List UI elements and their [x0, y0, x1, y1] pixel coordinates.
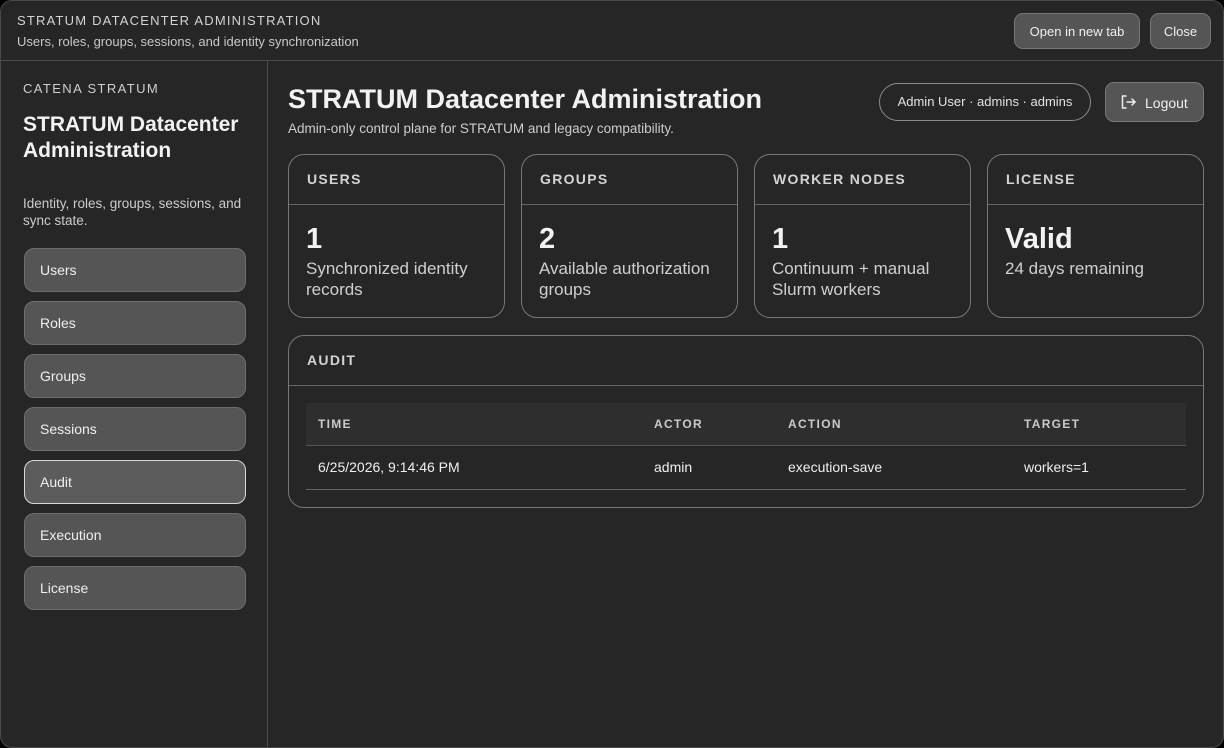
sidebar-brand: CATENA STRATUM: [23, 81, 160, 96]
sidebar-item-execution[interactable]: Execution: [24, 513, 246, 557]
window-title: STRATUM DATACENTER ADMINISTRATION: [17, 13, 322, 28]
close-button[interactable]: Close: [1150, 13, 1211, 49]
logout-icon: [1121, 95, 1136, 109]
title-bar: STRATUM DATACENTER ADMINISTRATION Users,…: [1, 1, 1223, 61]
sidebar-title: STRATUM Datacenter Administration: [23, 113, 239, 162]
card-value: 1: [772, 223, 789, 255]
sidebar-item-roles[interactable]: Roles: [24, 301, 246, 345]
sidebar-item-users[interactable]: Users: [24, 248, 246, 292]
column-header-target: TARGET: [1024, 417, 1081, 431]
card-value: 2: [539, 223, 556, 255]
page-title: STRATUM Datacenter Administration: [288, 84, 763, 114]
column-header-action: ACTION: [788, 417, 842, 431]
audit-table-header: TIME ACTOR ACTION TARGET: [306, 403, 1186, 446]
sidebar-description: Identity, roles, groups, sessions, and s…: [23, 196, 242, 228]
stat-card-groups: GROUPS 2 Available authorization groups: [521, 154, 738, 318]
audit-heading: AUDIT: [289, 336, 1203, 386]
card-description: Synchronized identity records: [306, 259, 468, 299]
card-value: 1: [306, 223, 323, 255]
card-description: Available authorization groups: [539, 259, 710, 299]
card-heading: GROUPS: [522, 155, 737, 205]
column-header-actor: ACTOR: [654, 417, 703, 431]
logout-button[interactable]: Logout: [1105, 82, 1204, 122]
admin-window: STRATUM DATACENTER ADMINISTRATION Users,…: [0, 0, 1224, 748]
card-heading: USERS: [289, 155, 504, 205]
stat-card-worker-nodes: WORKER NODES 1 Continuum + manual Slurm …: [754, 154, 971, 318]
card-description: 24 days remaining: [1005, 259, 1144, 278]
column-header-time: TIME: [318, 417, 352, 431]
sidebar-item-groups[interactable]: Groups: [24, 354, 246, 398]
card-heading: WORKER NODES: [755, 155, 970, 205]
card-heading: LICENSE: [988, 155, 1203, 205]
window-subtitle: Users, roles, groups, sessions, and iden…: [17, 34, 359, 49]
sidebar-item-audit[interactable]: Audit: [24, 460, 246, 504]
stat-card-license: LICENSE Valid 24 days remaining: [987, 154, 1204, 318]
sidebar-item-license[interactable]: License: [24, 566, 246, 610]
sidebar: CATENA STRATUM STRATUM Datacenter Admini…: [1, 61, 268, 747]
cell-action: execution-save: [788, 459, 883, 475]
cell-actor: admin: [654, 459, 693, 475]
cell-time: 6/25/2026, 9:14:46 PM: [318, 459, 460, 475]
card-description: Continuum + manual Slurm workers: [772, 259, 930, 299]
logout-label: Logout: [1145, 95, 1188, 111]
open-in-new-tab-button[interactable]: Open in new tab: [1014, 13, 1140, 49]
audit-panel: AUDIT TIME ACTOR ACTION TARGET 6/25/2026…: [288, 335, 1204, 508]
sidebar-item-sessions[interactable]: Sessions: [24, 407, 246, 451]
page-subtitle: Admin-only control plane for STRATUM and…: [288, 121, 674, 136]
table-row: 6/25/2026, 9:14:46 PM admin execution-sa…: [306, 446, 1186, 490]
stat-card-users: USERS 1 Synchronized identity records: [288, 154, 505, 318]
card-value: Valid: [1005, 223, 1073, 255]
user-badge: Admin User · admins · admins: [879, 83, 1091, 121]
cell-target: workers=1: [1024, 459, 1089, 475]
